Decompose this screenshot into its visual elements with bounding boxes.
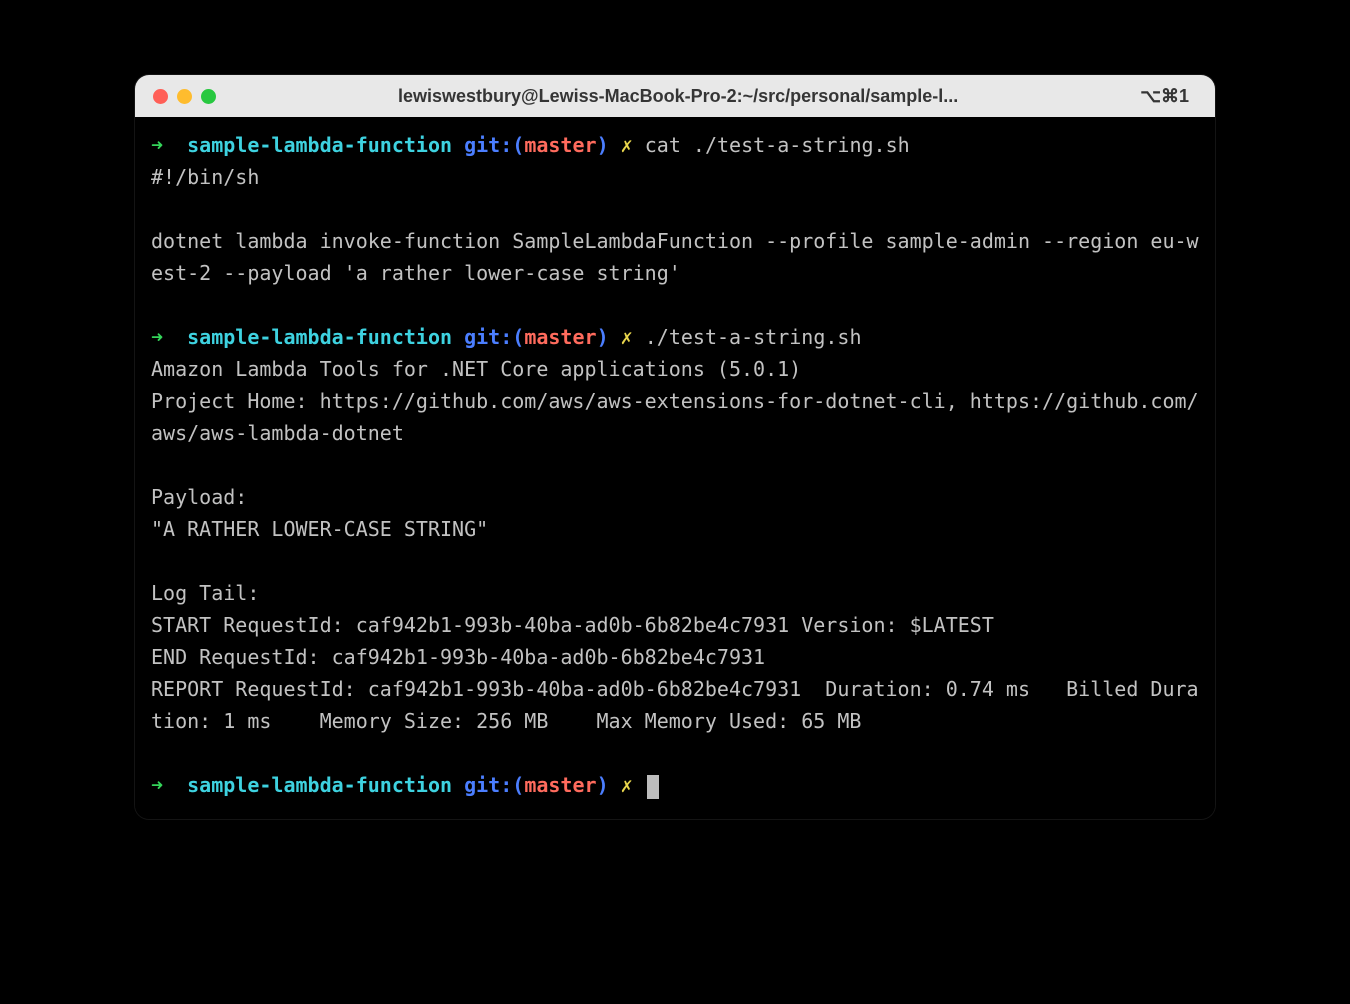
window-shortcut: ⌥⌘1 bbox=[1140, 86, 1189, 107]
close-icon[interactable] bbox=[153, 89, 168, 104]
output-line: "A RATHER LOWER-CASE STRING" bbox=[151, 517, 488, 541]
traffic-lights bbox=[153, 89, 216, 104]
prompt-git-branch: master bbox=[524, 133, 596, 157]
prompt-git-paren-open: ( bbox=[512, 325, 524, 349]
prompt-cwd: sample-lambda-function bbox=[187, 325, 452, 349]
prompt-cwd: sample-lambda-function bbox=[187, 773, 452, 797]
prompt-dirty-icon: ✗ bbox=[621, 773, 633, 797]
prompt-arrow-icon: ➜ bbox=[151, 773, 163, 797]
output-line: END RequestId: caf942b1-993b-40ba-ad0b-6… bbox=[151, 645, 765, 669]
output-line: Amazon Lambda Tools for .NET Core applic… bbox=[151, 357, 801, 381]
prompt-git-label: git: bbox=[464, 773, 512, 797]
terminal-body[interactable]: ➜ sample-lambda-function git:(master) ✗ … bbox=[135, 117, 1215, 819]
command-1: cat ./test-a-string.sh bbox=[645, 133, 910, 157]
maximize-icon[interactable] bbox=[201, 89, 216, 104]
cursor-icon bbox=[647, 775, 659, 799]
prompt-git-label: git: bbox=[464, 133, 512, 157]
output-line: REPORT RequestId: caf942b1-993b-40ba-ad0… bbox=[151, 677, 1199, 733]
output-line: dotnet lambda invoke-function SampleLamb… bbox=[151, 229, 1199, 285]
terminal-window: lewiswestbury@Lewiss-MacBook-Pro-2:~/src… bbox=[135, 75, 1215, 819]
window-title: lewiswestbury@Lewiss-MacBook-Pro-2:~/src… bbox=[225, 86, 1131, 107]
prompt-git-paren-open: ( bbox=[512, 133, 524, 157]
prompt-git-branch: master bbox=[524, 773, 596, 797]
prompt-cwd: sample-lambda-function bbox=[187, 133, 452, 157]
output-line: START RequestId: caf942b1-993b-40ba-ad0b… bbox=[151, 613, 994, 637]
prompt-dirty-icon: ✗ bbox=[621, 133, 633, 157]
minimize-icon[interactable] bbox=[177, 89, 192, 104]
command-2: ./test-a-string.sh bbox=[645, 325, 862, 349]
prompt-git-paren-close: ) bbox=[597, 133, 609, 157]
output-line: #!/bin/sh bbox=[151, 165, 259, 189]
prompt-git-branch: master bbox=[524, 325, 596, 349]
prompt-arrow-icon: ➜ bbox=[151, 325, 163, 349]
prompt-arrow-icon: ➜ bbox=[151, 133, 163, 157]
prompt-dirty-icon: ✗ bbox=[621, 325, 633, 349]
prompt-git-paren-close: ) bbox=[597, 325, 609, 349]
output-line: Project Home: https://github.com/aws/aws… bbox=[151, 389, 1199, 445]
output-line: Payload: bbox=[151, 485, 247, 509]
prompt-git-paren-open: ( bbox=[512, 773, 524, 797]
prompt-git-label: git: bbox=[464, 325, 512, 349]
titlebar: lewiswestbury@Lewiss-MacBook-Pro-2:~/src… bbox=[135, 75, 1215, 117]
prompt-git-paren-close: ) bbox=[597, 773, 609, 797]
output-line: Log Tail: bbox=[151, 581, 259, 605]
